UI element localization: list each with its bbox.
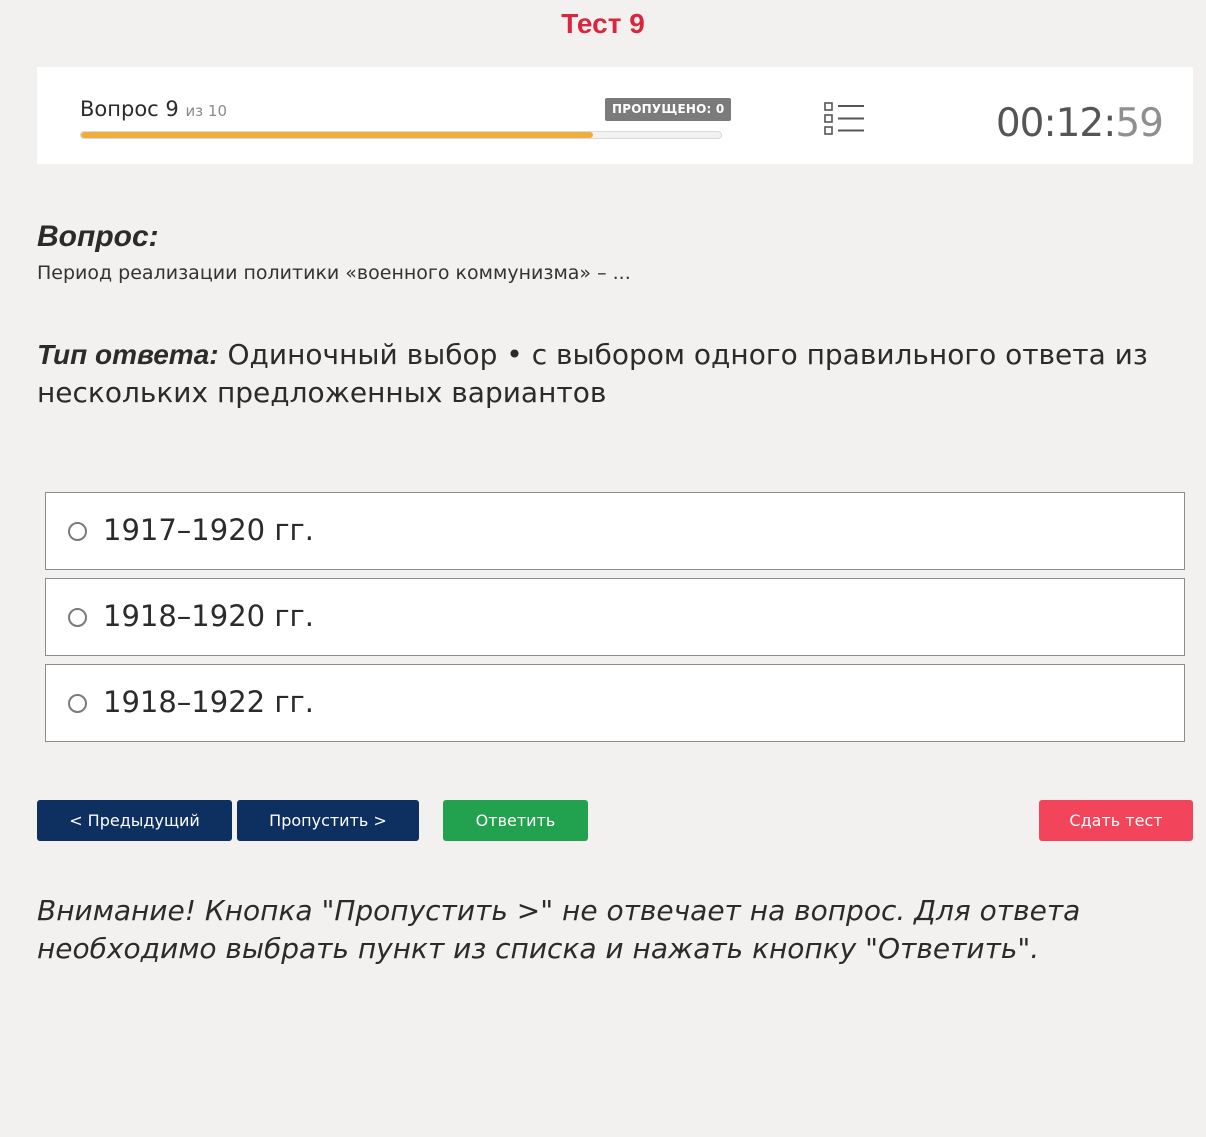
question-text: Период реализации политики «военного ком… bbox=[37, 262, 631, 284]
progress-bar bbox=[80, 131, 722, 139]
timer-seconds: 59 bbox=[1115, 101, 1164, 146]
quiz-header: Вопрос 9 из 10 ПРОПУЩЕНО: 0 00:12:59 bbox=[37, 67, 1193, 164]
question-number: Вопрос 9 bbox=[80, 97, 179, 121]
answer-type-label: Тип ответа: bbox=[37, 339, 219, 370]
answer-option[interactable]: 1917–1920 гг. bbox=[45, 492, 1185, 570]
warning-note: Внимание! Кнопка "Пропустить >" не отвеч… bbox=[37, 894, 1081, 965]
skipped-badge: ПРОПУЩЕНО: 0 bbox=[605, 98, 732, 121]
page-title: Тест 9 bbox=[561, 8, 645, 39]
submit-test-button[interactable]: Сдать тест bbox=[1039, 800, 1193, 841]
progress-fill bbox=[81, 132, 593, 138]
previous-button[interactable]: < Предыдущий bbox=[37, 800, 232, 841]
answer-option-label: 1917–1920 гг. bbox=[103, 513, 315, 547]
question-total: из 10 bbox=[185, 102, 228, 120]
question-counter: Вопрос 9 из 10 bbox=[80, 97, 227, 121]
question-heading: Вопрос: bbox=[37, 220, 159, 253]
answer-option[interactable]: 1918–1920 гг. bbox=[45, 578, 1185, 656]
radio-button[interactable] bbox=[68, 694, 87, 713]
radio-button[interactable] bbox=[68, 522, 87, 541]
timer: 00:12:59 bbox=[995, 101, 1164, 146]
timer-main: 00:12: bbox=[995, 101, 1117, 146]
answer-option-label: 1918–1922 гг. bbox=[103, 685, 315, 719]
skip-button[interactable]: Пропустить > bbox=[237, 800, 419, 841]
answer-button[interactable]: Ответить bbox=[443, 800, 588, 841]
answer-type: Тип ответа: Одиночный выбор • с выбором … bbox=[37, 336, 1157, 412]
radio-button[interactable] bbox=[68, 608, 87, 627]
answer-option[interactable]: 1918–1922 гг. bbox=[45, 664, 1185, 742]
answer-option-label: 1918–1920 гг. bbox=[103, 599, 315, 633]
answer-options: 1917–1920 гг. 1918–1920 гг. 1918–1922 гг… bbox=[45, 492, 1185, 750]
list-icon[interactable] bbox=[824, 101, 866, 137]
